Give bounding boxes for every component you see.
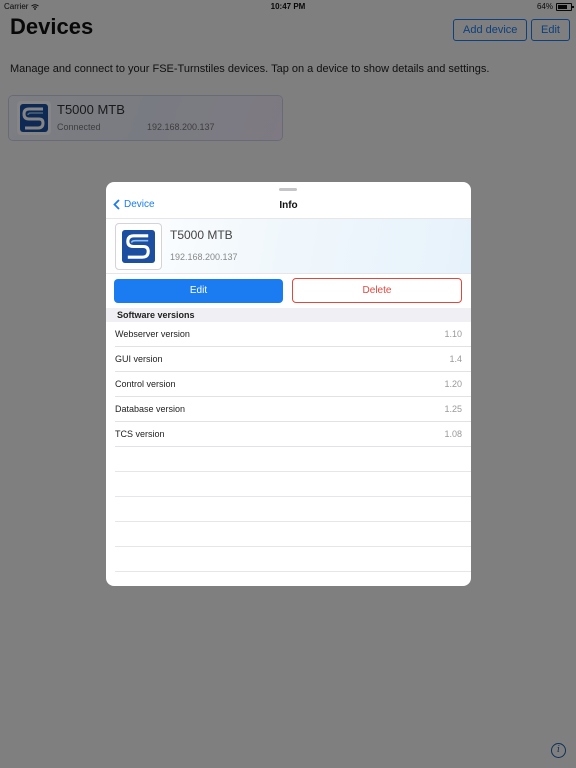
list-item: GUI version 1.4 — [115, 347, 471, 372]
version-label: GUI version — [115, 354, 163, 364]
version-value: 1.08 — [444, 429, 462, 439]
modal-grabber[interactable] — [279, 188, 297, 191]
empty-row — [115, 497, 471, 522]
empty-row — [115, 447, 471, 472]
modal-device-logo — [115, 223, 162, 270]
version-value: 1.4 — [449, 354, 462, 364]
list-item: TCS version 1.08 — [115, 422, 471, 447]
list-item: Control version 1.20 — [115, 372, 471, 397]
modal-edit-button[interactable]: Edit — [114, 279, 283, 303]
modal-delete-button[interactable]: Delete — [292, 278, 462, 303]
version-label: Database version — [115, 404, 186, 414]
section-title: Software versions — [117, 310, 195, 320]
version-value: 1.20 — [444, 379, 462, 389]
section-header: Software versions — [106, 308, 471, 322]
modal-device-name: T5000 MTB — [170, 228, 233, 242]
version-label: Control version — [115, 379, 176, 389]
empty-row — [115, 472, 471, 497]
empty-row — [115, 522, 471, 547]
list-item: Webserver version 1.10 — [115, 322, 471, 347]
modal-title: Info — [279, 200, 298, 211]
modal-device-header: T5000 MTB 192.168.200.137 — [106, 218, 471, 274]
version-label: Webserver version — [115, 329, 190, 339]
versions-list: Webserver version 1.10 GUI version 1.4 C… — [106, 322, 471, 572]
version-value: 1.25 — [444, 404, 462, 414]
version-value: 1.10 — [444, 329, 462, 339]
list-item: Database version 1.25 — [115, 397, 471, 422]
info-modal: Device Info T5000 MTB 192.168.200.137 Ed… — [106, 182, 471, 586]
modal-device-ip: 192.168.200.137 — [170, 252, 238, 262]
version-label: TCS version — [115, 429, 165, 439]
fse-logo-icon — [122, 230, 155, 263]
empty-row — [115, 547, 471, 572]
